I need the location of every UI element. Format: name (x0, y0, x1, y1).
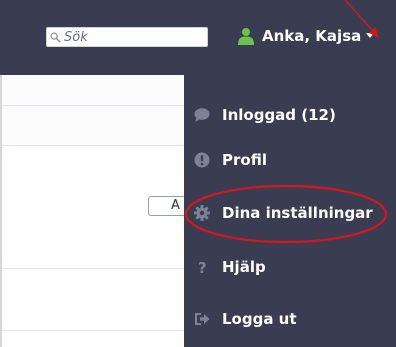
menu-item-inloggad[interactable]: Inloggad (12) (184, 95, 396, 135)
search-box[interactable] (46, 27, 208, 47)
menu-item-hjalp[interactable]: ? Hjälp (184, 247, 396, 287)
chevron-down-icon (366, 33, 375, 38)
menu-item-label: Hjälp (222, 258, 266, 276)
menu-item-dina-installningar[interactable]: Dina inställningar (184, 193, 396, 233)
logout-icon (195, 313, 210, 325)
row-divider (2, 330, 184, 331)
row-divider (2, 268, 184, 269)
menu-item-label: Dina inställningar (222, 204, 373, 222)
user-icon (238, 28, 254, 45)
search-input[interactable] (61, 28, 204, 46)
exclamation-circle-icon (194, 152, 210, 168)
page-subheader (2, 75, 184, 146)
search-icon (50, 32, 61, 43)
user-menu-toggle[interactable]: Anka, Kajsa (238, 24, 375, 48)
partial-button-label: A (171, 198, 180, 213)
question-icon: ? (198, 259, 207, 275)
menu-item-label: Logga ut (222, 310, 297, 328)
menu-item-profil[interactable]: Profil (184, 140, 396, 180)
user-dropdown-menu: Inloggad (12) Profil Dina inställningar … (184, 75, 396, 347)
menu-item-label: Inloggad (12) (222, 106, 336, 124)
top-navbar: Anka, Kajsa (0, 0, 396, 75)
svg-text:?: ? (198, 259, 207, 275)
gear-icon (194, 205, 210, 221)
user-name: Anka, Kajsa (262, 27, 362, 45)
partial-button[interactable]: A (148, 196, 184, 216)
comment-icon (194, 108, 210, 122)
menu-item-label: Profil (222, 151, 267, 169)
subheader-divider (2, 105, 184, 106)
menu-item-logga-ut[interactable]: Logga ut (184, 299, 396, 339)
